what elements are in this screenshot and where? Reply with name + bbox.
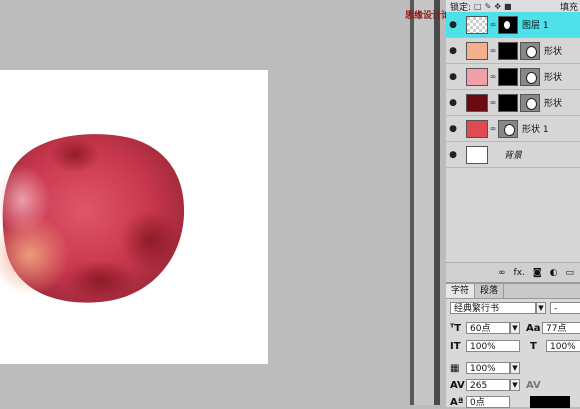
layers-panel: 锁定: □ ✎ ✥ ■ ● ∞ 图层 1 ● ∞ 形状 ● ∞ 形状 ● ∞ 形… [446,0,580,282]
chain-icon[interactable]: ∞ [488,98,498,107]
chain-icon[interactable]: ∞ [488,72,498,81]
fx-icon[interactable]: fx. [514,268,525,278]
tsume-field[interactable]: 100% [466,362,510,374]
character-panel: 字符 段落 经典繁行书 ▼ - ᵀT 60点 ▼ Aa 77点 ▼ IT 100… [446,282,580,408]
lock-transparent-icon[interactable]: □ [474,2,482,11]
color-fill-thumbnail [466,119,488,138]
document-canvas-area [0,0,410,405]
layer-row[interactable]: ● ∞ 形状 [446,64,580,90]
baseline-shift-field[interactable]: 0点 [466,396,510,408]
layer-name: 形状 [544,99,563,109]
horizontal-scale-icon: T [530,340,537,352]
lock-all-icon[interactable]: ■ [504,2,512,11]
layer-row[interactable]: ● ∞ 形状 [446,90,580,116]
layer-name: 形状 [544,47,563,57]
layer-name: 图层 1 [522,21,549,31]
tracking-field[interactable]: 265 [466,379,510,391]
divider-shadow [410,0,414,405]
tsume-icon: ▦ [450,362,460,374]
panel-tabs: 字符 段落 [446,284,580,299]
layer-thumbnail [466,145,488,164]
layer-row[interactable]: ● ∞ 图层 1 [446,12,580,38]
layer-name: 形状 [544,73,563,83]
scale-row: IT 100% T 100% [450,340,580,352]
chevron-down-icon[interactable]: ▼ [536,302,546,314]
tsume-row: ▦ 100% ▼ [450,362,520,374]
leading-field[interactable]: 77点 [542,322,580,334]
shape-mask-thumbnail[interactable] [520,67,540,86]
size-row: ᵀT 60点 ▼ Aa 77点 ▼ [450,322,580,334]
eye-icon[interactable]: ● [446,150,460,160]
font-style-select[interactable]: - [550,302,580,314]
panel-divider[interactable] [410,0,440,405]
lock-brush-icon[interactable]: ✎ [485,2,492,11]
layer-row[interactable]: ● ∞ 形状 [446,38,580,64]
kerning-icon: AV [526,379,541,391]
tab-character[interactable]: 字符 [446,284,476,298]
layer-mask-thumbnail[interactable] [498,15,518,34]
vector-mask-thumbnail[interactable] [498,41,518,60]
horizontal-scale-field[interactable]: 100% [546,340,580,352]
color-fill-thumbnail [466,41,488,60]
vertical-scale-field[interactable]: 100% [466,340,520,352]
chain-icon[interactable]: ∞ [488,124,498,133]
shape-mask-thumbnail[interactable] [498,119,518,138]
layer-row[interactable]: ● 背景 [446,142,580,168]
eye-icon[interactable]: ● [446,72,460,82]
vector-mask-thumbnail[interactable] [498,67,518,86]
font-row: 经典繁行书 ▼ - [450,302,580,314]
font-size-icon: ᵀT [450,322,462,334]
eye-icon[interactable]: ● [446,124,460,134]
eye-icon[interactable]: ● [446,46,460,56]
lock-label: 锁定: [450,2,472,13]
fill-label: 填充 [560,3,579,13]
layer-name: 背景 [504,151,523,161]
chevron-down-icon[interactable]: ▼ [510,362,520,374]
eye-icon[interactable]: ● [446,20,460,30]
tab-paragraph[interactable]: 段落 [475,284,505,298]
font-size-field[interactable]: 60点 [466,322,510,334]
layer-name: 形状 1 [522,125,549,135]
chevron-down-icon[interactable]: ▼ [510,322,520,334]
baseline-row: Aª 0点 [450,396,570,408]
mask-icon[interactable]: ◙ [533,268,542,278]
tracking-icon: AV [450,379,465,391]
shape-mask-thumbnail[interactable] [520,41,540,60]
chain-icon[interactable]: ∞ [488,20,498,29]
leading-icon: Aa [526,322,541,334]
lock-move-icon[interactable]: ✥ [494,2,501,11]
vertical-scale-icon: IT [450,340,461,352]
shape-mask-thumbnail[interactable] [520,93,540,112]
apple-artwork [0,134,185,303]
text-color-swatch[interactable] [530,396,570,408]
color-fill-thumbnail [466,93,488,112]
font-family-select[interactable]: 经典繁行书 [450,302,536,314]
adjustment-icon[interactable]: ◐ [550,268,558,278]
layer-thumbnail [466,15,488,34]
folder-icon[interactable]: ▭ [565,268,574,278]
chevron-down-icon[interactable]: ▼ [510,379,520,391]
eye-icon[interactable]: ● [446,98,460,108]
baseline-shift-icon: Aª [450,396,464,408]
layer-row[interactable]: ● ∞ 形状 1 [446,116,580,142]
vector-mask-thumbnail[interactable] [498,93,518,112]
layers-bottom-bar: ∞ fx. ◙ ◐ ▭ [446,262,580,282]
chain-icon[interactable]: ∞ [488,46,498,55]
link-icon[interactable]: ∞ [498,268,506,278]
color-fill-thumbnail [466,67,488,86]
collapsed-panel-strip[interactable] [434,0,440,405]
tracking-row: AV 265 ▼ AV [450,379,542,391]
